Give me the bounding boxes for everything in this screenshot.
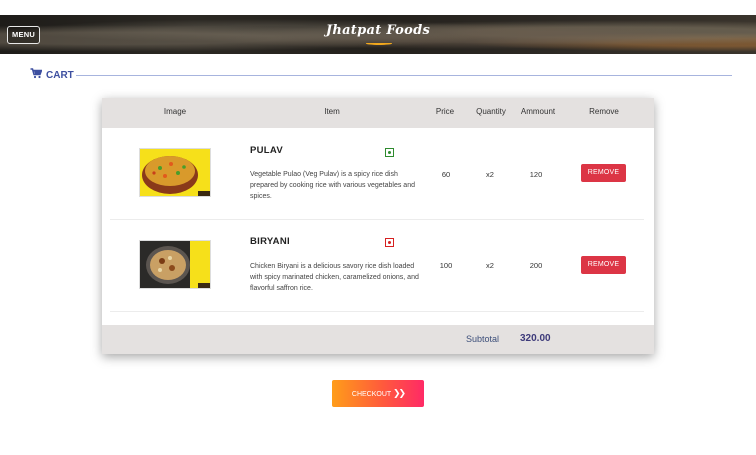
brand-underline (366, 42, 392, 45)
column-header-price: Price (435, 107, 455, 116)
double-chevron-right-icon: ❯❯ (393, 388, 406, 398)
item-description: Vegetable Pulao (Veg Pulav) is a spicy r… (250, 171, 415, 200)
table-row: PULAV Vegetable Pulao (Veg Pulav) is a s… (102, 128, 654, 220)
cart-heading-label: CART (46, 69, 74, 81)
heading-divider (76, 75, 732, 76)
item-quantity: x2 (486, 170, 494, 179)
subtotal-value: 320.00 (520, 333, 551, 344)
item-price: 100 (439, 261, 453, 270)
remove-button[interactable]: REMOVE (581, 164, 626, 182)
item-name: BIRYANI (250, 236, 290, 247)
veg-indicator-icon (385, 148, 394, 157)
row-divider (110, 311, 644, 312)
table-footer: Subtotal 320.00 (102, 325, 654, 354)
biryani-image (139, 240, 211, 289)
column-header-remove: Remove (589, 107, 619, 116)
item-description: Chicken Biryani is a delicious savory ri… (250, 263, 419, 292)
cart-icon (30, 68, 43, 82)
item-amount: 200 (529, 261, 543, 270)
top-banner: MENU Jhatpat Foods (0, 15, 756, 54)
remove-button[interactable]: REMOVE (581, 256, 626, 274)
item-name: PULAV (250, 145, 283, 156)
table-header: Image Item Price Quantity Ammount Remove (102, 98, 654, 128)
cart-heading: CART (30, 68, 74, 82)
item-amount: 120 (529, 170, 543, 179)
column-header-image: Image (163, 107, 187, 116)
subtotal-label: Subtotal (466, 334, 500, 344)
column-header-item: Item (324, 107, 340, 116)
checkout-button[interactable]: CHECKOUT ❯❯ (332, 380, 424, 407)
brand-logo-text[interactable]: Jhatpat Foods (0, 23, 756, 38)
item-quantity: x2 (486, 261, 494, 270)
table-row: BIRYANI Chicken Biryani is a delicious s… (102, 220, 654, 312)
column-header-quantity: Quantity (476, 107, 506, 116)
column-header-amount: Ammount (520, 107, 556, 116)
checkout-label: CHECKOUT (351, 391, 392, 398)
cart-table: Image Item Price Quantity Ammount Remove… (102, 98, 654, 354)
item-price: 60 (441, 170, 451, 179)
pulav-image (139, 148, 211, 197)
non-veg-indicator-icon (385, 238, 394, 247)
